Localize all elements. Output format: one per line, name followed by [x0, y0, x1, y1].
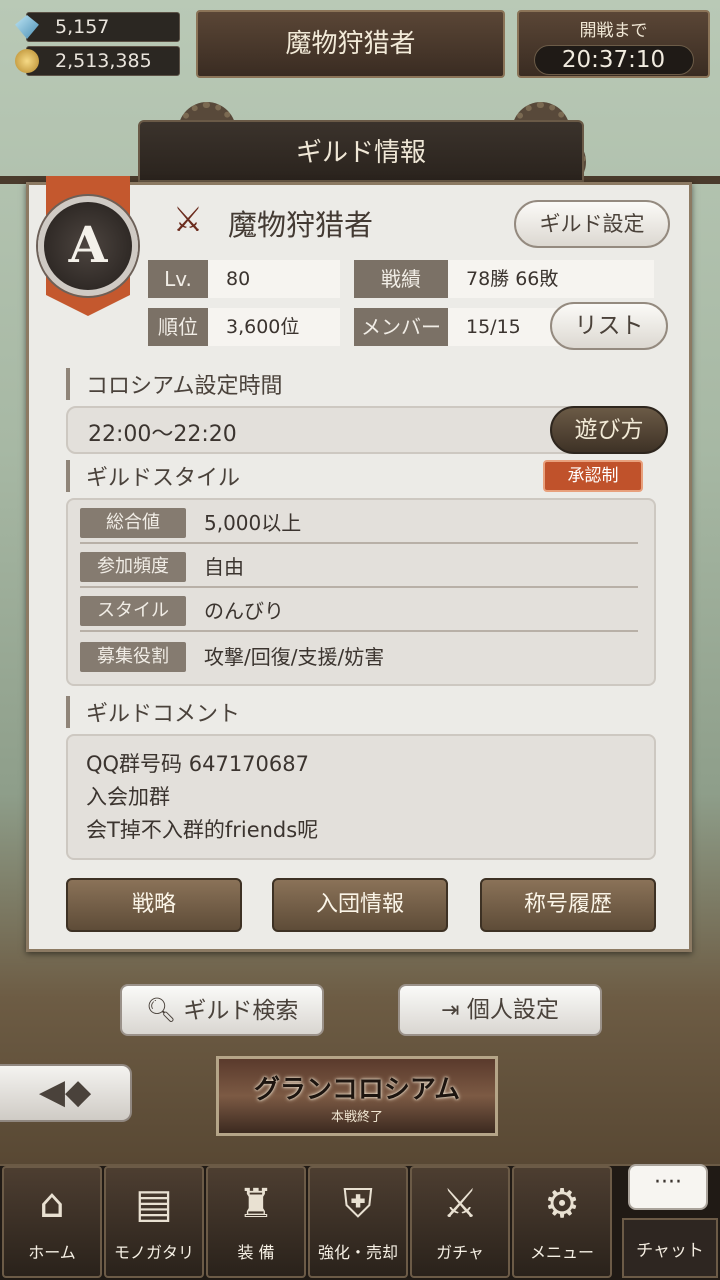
style-row-value: 攻撃/回復/支援/妨害: [204, 645, 385, 669]
nav-label: 強化・売却: [317, 1243, 398, 1262]
enhance-icon: ⛨: [343, 1181, 373, 1227]
style-row-value: 5,000以上: [204, 511, 302, 535]
back-button[interactable]: ◀◆: [0, 1064, 132, 1122]
guild-style-title: ギルドスタイル: [66, 460, 240, 492]
coin-count: 2,513,385: [55, 50, 152, 72]
rank-label: 順位: [148, 308, 208, 346]
member-value: 15/15: [448, 308, 560, 346]
crossed-swords-icon: ⚔: [172, 200, 204, 240]
nav-label: ガチャ: [436, 1243, 484, 1262]
banner-title: グランコロシアム: [253, 1075, 461, 1105]
coin-counter: 2,513,385: [15, 46, 180, 76]
rank-value: 3,600位: [208, 308, 340, 346]
nav-home[interactable]: ⌂ ホーム: [2, 1166, 102, 1278]
style-row-value: 自由: [204, 555, 244, 579]
style-row: 総合値 5,000以上: [80, 504, 638, 544]
menu-icon: ⚙: [544, 1181, 580, 1227]
guild-search-label: ギルド検索: [183, 998, 299, 1024]
personal-settings-button[interactable]: ⇥ 個人設定: [398, 984, 602, 1036]
level-value: 80: [208, 260, 340, 298]
strategy-button[interactable]: 戦略: [66, 878, 242, 932]
nav-label: 装 備: [237, 1243, 275, 1262]
timer-label: 開戦まで: [579, 21, 648, 41]
nav-enhance[interactable]: ⛨ 強化・売却: [308, 1166, 408, 1278]
style-row-label: 募集役割: [80, 642, 186, 672]
banner-subtitle: 本戦終了: [330, 1110, 383, 1125]
timer-value: 20:37:10: [533, 45, 694, 75]
book-icon: ▤: [135, 1181, 173, 1227]
nav-gacha[interactable]: ⚔ ガチャ: [410, 1166, 510, 1278]
enter-icon: ⇥: [441, 998, 460, 1023]
guild-name: 魔物狩猎者: [228, 208, 374, 242]
style-row: 参加頻度 自由: [80, 548, 638, 588]
gem-counter: 5,157: [15, 12, 180, 42]
title-history-button[interactable]: 称号履歴: [480, 878, 656, 932]
home-icon: ⌂: [39, 1181, 65, 1227]
nav-label: モノガタリ: [113, 1243, 194, 1262]
nav-equipment[interactable]: ♜ 装 備: [206, 1166, 306, 1278]
colosseum-time-title: コロシアム設定時間: [66, 368, 282, 400]
guild-comment-text: QQ群号码 647170687 入会加群 会T掉不入群的friends呢: [86, 748, 318, 847]
gem-icon: [15, 15, 39, 39]
record-label: 戦績: [354, 260, 448, 298]
record-value: 78勝 66敗: [448, 260, 654, 298]
back-arrow-icon: ◀◆: [38, 1072, 92, 1112]
comment-line: 入会加群: [86, 785, 170, 809]
nav-label: ホーム: [28, 1243, 76, 1262]
gacha-icon: ⚔: [442, 1181, 478, 1227]
style-row-label: 参加頻度: [80, 552, 186, 582]
how-to-play-button[interactable]: 遊び方: [550, 406, 668, 454]
coin-icon: [15, 49, 39, 73]
join-info-button[interactable]: 入団情報: [272, 878, 448, 932]
style-row-label: スタイル: [80, 596, 186, 626]
colosseum-time-value: 22:00〜22:20: [88, 422, 237, 447]
guild-rank-emblem: A: [38, 196, 138, 296]
guild-comment-title: ギルドコメント: [66, 696, 240, 728]
guild-search-button[interactable]: 🔍︎ ギルド検索: [120, 984, 324, 1036]
panel-header: ギルド情報: [138, 120, 584, 182]
nav-story[interactable]: ▤ モノガタリ: [104, 1166, 204, 1278]
member-label: メンバー: [354, 308, 448, 346]
comment-line: 会T掉不入群的friends呢: [86, 818, 319, 842]
level-label: Lv.: [148, 260, 208, 298]
style-row-value: のんびり: [204, 599, 284, 623]
style-row: スタイル のんびり: [80, 592, 638, 632]
nav-menu[interactable]: ⚙ メニュー: [512, 1166, 612, 1278]
comment-line: QQ群号码 647170687: [86, 752, 309, 776]
equipment-icon: ♜: [238, 1181, 274, 1227]
member-list-button[interactable]: リスト: [550, 302, 668, 350]
gem-count: 5,157: [55, 16, 110, 38]
nav-label: メニュー: [529, 1243, 594, 1262]
approval-badge: 承認制: [543, 460, 643, 492]
chat-bubble-icon[interactable]: ····: [628, 1164, 708, 1210]
page-title: 魔物狩猎者: [196, 10, 505, 78]
style-row-label: 総合値: [80, 508, 186, 538]
personal-settings-label: 個人設定: [466, 997, 559, 1023]
style-row: 募集役割 攻撃/回復/支援/妨害: [80, 638, 638, 678]
search-icon: 🔍︎: [145, 996, 177, 1024]
guild-settings-button[interactable]: ギルド設定: [514, 200, 670, 248]
chat-tab[interactable]: チャット: [622, 1218, 718, 1278]
battle-timer: 開戦まで 20:37:10: [517, 10, 710, 78]
gran-colosseum-banner[interactable]: グランコロシアム 本戦終了: [216, 1056, 498, 1136]
